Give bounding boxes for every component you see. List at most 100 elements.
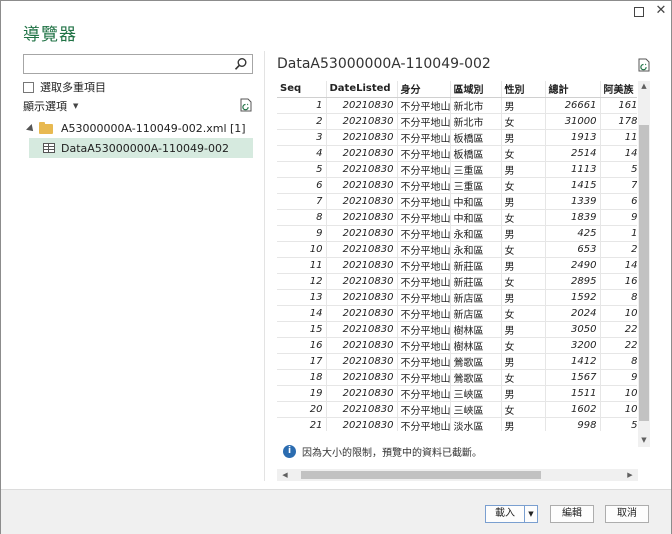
table-cell: 不分平地山地 [397, 225, 451, 242]
tree-folder-item[interactable]: A53000000A-110049-002.xml [1] [26, 121, 246, 135]
table-cell: 不分平地山地 [397, 209, 451, 226]
table-cell: 12 [277, 273, 327, 290]
table-row: 520210830不分平地山地三重區男11135 [277, 161, 637, 178]
table-cell: 21 [277, 417, 327, 431]
table-cell: 6 [600, 193, 637, 210]
table-cell: 20210830 [326, 97, 398, 114]
table-cell: 女 [501, 273, 546, 290]
table-cell: 178 [600, 113, 637, 130]
table-cell: 不分平地山地 [397, 305, 451, 322]
table-cell: 女 [501, 369, 546, 386]
table-cell: 6 [277, 177, 327, 194]
table-cell: 9 [600, 209, 637, 226]
table-cell: 20210830 [326, 193, 398, 210]
table-cell: 22 [600, 321, 637, 338]
vertical-scroll-thumb[interactable] [639, 125, 649, 421]
table-cell: 20210830 [326, 305, 398, 322]
table-cell: 20210830 [326, 385, 398, 402]
table-cell: 10 [600, 401, 637, 418]
column-header[interactable]: 區域別 [450, 81, 502, 98]
scroll-down-icon[interactable]: ▼ [638, 436, 650, 444]
table-row: 1120210830不分平地山地新莊區男249014 [277, 257, 637, 274]
cancel-button[interactable]: 取消 [605, 505, 649, 523]
vertical-scrollbar[interactable]: ▲ ▼ [638, 81, 650, 447]
table-cell: 男 [501, 161, 546, 178]
display-options-dropdown[interactable]: 顯示選項 ▼ [23, 98, 78, 114]
table-cell: 永和區 [450, 225, 502, 242]
table-cell: 11 [277, 257, 327, 274]
multi-select-option[interactable]: 選取多重項目 [23, 80, 106, 94]
truncation-notice-text: 因為大小的限制，預覽中的資料已截斷。 [302, 448, 482, 459]
expand-triangle-icon[interactable] [26, 123, 36, 134]
table-cell: 20210830 [326, 241, 398, 258]
table-cell: 中和區 [450, 209, 502, 226]
scroll-up-icon[interactable]: ▲ [638, 82, 650, 90]
close-icon[interactable]: ✕ [651, 3, 671, 21]
table-cell: 不分平地山地 [397, 337, 451, 354]
table-cell: 鶯歌區 [450, 353, 502, 370]
column-header[interactable]: DateListed [326, 81, 398, 98]
table-cell: 不分平地山地 [397, 257, 451, 274]
table-cell: 男 [501, 321, 546, 338]
table-cell: 20210830 [326, 289, 398, 306]
display-options-label: 顯示選項 [23, 100, 67, 113]
table-cell: 不分平地山地 [397, 97, 451, 114]
scroll-right-icon[interactable]: ▶ [624, 471, 636, 479]
search-icon[interactable] [234, 57, 248, 71]
table-cell: 20210830 [326, 257, 398, 274]
table-cell: 板橋區 [450, 145, 502, 162]
table-cell: 20210830 [326, 337, 398, 354]
table-cell: 女 [501, 177, 546, 194]
column-header[interactable]: 總計 [545, 81, 601, 98]
table-row: 1520210830不分平地山地樹林區男305022 [277, 321, 637, 338]
search-input[interactable] [23, 54, 253, 74]
table-cell: 20210830 [326, 145, 398, 162]
refresh-icon[interactable] [637, 58, 651, 72]
tree-folder-label: A53000000A-110049-002.xml [1] [61, 122, 246, 135]
maximize-icon[interactable] [629, 3, 649, 21]
table-cell: 8 [600, 353, 637, 370]
table-cell: 不分平地山地 [397, 145, 451, 162]
refresh-icon[interactable] [239, 98, 253, 112]
table-cell: 20210830 [326, 177, 398, 194]
table-cell: 2514 [545, 145, 601, 162]
table-cell: 不分平地山地 [397, 289, 451, 306]
info-icon: i [283, 445, 296, 458]
horizontal-scrollbar[interactable]: ◀ ▶ [277, 469, 638, 481]
table-cell: 新店區 [450, 305, 502, 322]
table-cell: 1 [600, 225, 637, 242]
pane-divider[interactable] [264, 51, 265, 481]
load-options-button[interactable]: ▼ [524, 505, 538, 523]
truncation-notice: i 因為大小的限制，預覽中的資料已截斷。 [283, 444, 482, 459]
table-cell: 樹林區 [450, 321, 502, 338]
column-header[interactable]: 性別 [501, 81, 546, 98]
table-cell: 中和區 [450, 193, 502, 210]
table-cell: 20210830 [326, 401, 398, 418]
column-header[interactable]: 阿美族 [600, 81, 637, 98]
column-header[interactable]: 身分 [397, 81, 451, 98]
tree-table-item[interactable]: DataA53000000A-110049-002 [29, 138, 253, 158]
folder-icon [39, 121, 53, 134]
scroll-left-icon[interactable]: ◀ [279, 471, 291, 479]
load-button[interactable]: 載入 [485, 505, 525, 523]
navigator-window: 導覽器 ✕ 選取多重項目 顯示選項 ▼ A53000000A-110049-00… [0, 0, 672, 534]
table-cell: 26661 [545, 97, 601, 114]
table-cell: 女 [501, 241, 546, 258]
table-row: 720210830不分平地山地中和區男13396 [277, 193, 637, 210]
table-cell: 板橋區 [450, 129, 502, 146]
table-row: 1920210830不分平地山地三峽區男151110 [277, 385, 637, 402]
table-cell: 20210830 [326, 369, 398, 386]
table-cell: 1 [277, 97, 327, 114]
table-cell: 5 [600, 161, 637, 178]
table-cell: 3200 [545, 337, 601, 354]
column-header[interactable]: Seq [277, 81, 327, 98]
table-cell: 男 [501, 257, 546, 274]
table-cell: 17 [277, 353, 327, 370]
table-row: 820210830不分平地山地中和區女18399 [277, 209, 637, 226]
edit-button[interactable]: 編輯 [550, 505, 594, 523]
table-cell: 20 [277, 401, 327, 418]
table-cell: 不分平地山地 [397, 193, 451, 210]
multi-select-checkbox[interactable] [23, 81, 34, 93]
horizontal-scroll-thumb[interactable] [301, 471, 541, 479]
table-cell: 8 [277, 209, 327, 226]
